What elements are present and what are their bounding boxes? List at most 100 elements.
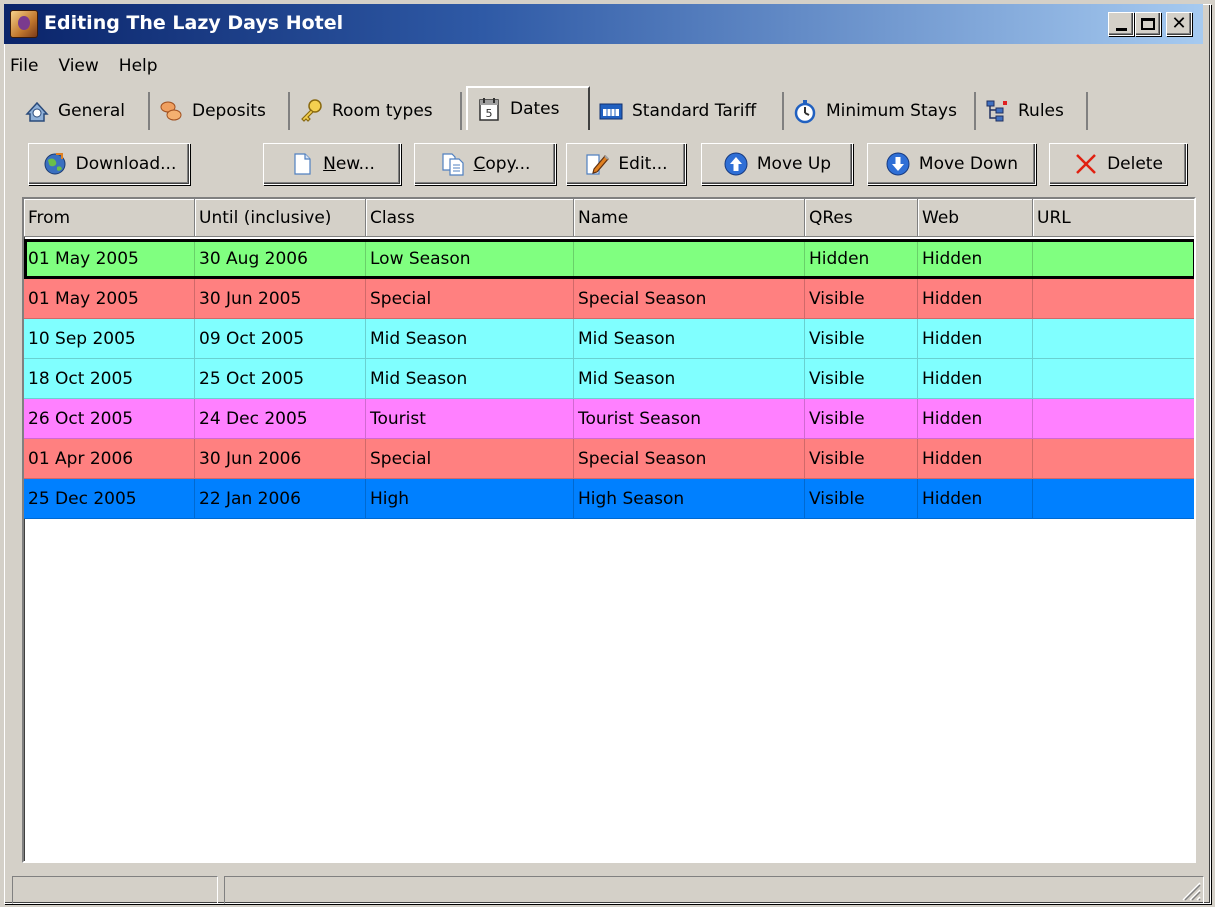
cell-qres: Visible <box>805 279 918 319</box>
tab-minimum-stays[interactable]: Minimum Stays <box>786 92 976 130</box>
cell-until: 30 Aug 2006 <box>195 239 366 279</box>
cell-web: Hidden <box>918 439 1033 479</box>
download-button[interactable]: Download... <box>28 143 190 185</box>
menu-bar: File View Help <box>10 52 168 82</box>
cell-class: Mid Season <box>366 319 574 359</box>
cell-url <box>1033 359 1194 399</box>
edit-button[interactable]: Edit... <box>566 143 686 185</box>
delete-button[interactable]: Delete <box>1049 143 1187 185</box>
cell-class: Tourist <box>366 399 574 439</box>
cell-url <box>1033 479 1194 519</box>
move-up-button[interactable]: Move Up <box>701 143 853 185</box>
close-icon: ✕ <box>1171 13 1187 34</box>
table-row[interactable]: 01 May 2005 30 Jun 2005 Special Special … <box>24 279 1194 319</box>
copy-label-rest: opy... <box>485 154 531 174</box>
table-row[interactable]: 10 Sep 2005 09 Oct 2005 Mid Season Mid S… <box>24 319 1194 359</box>
cell-until: 30 Jun 2005 <box>195 279 366 319</box>
general-icon <box>25 101 49 122</box>
cell-until: 25 Oct 2005 <box>195 359 366 399</box>
move-up-label: Move Up <box>756 154 832 174</box>
cell-name: High Season <box>574 479 805 519</box>
arrow-down-icon <box>886 152 910 176</box>
new-label-rest: ew... <box>335 154 375 174</box>
status-panel-2 <box>224 876 1204 904</box>
new-button[interactable]: New... <box>263 143 401 185</box>
app-root: Editing The Lazy Days Hotel ✕ File View … <box>0 0 1215 907</box>
table-row[interactable]: 01 Apr 2006 30 Jun 2006 Special Special … <box>24 439 1194 479</box>
cell-qres: Visible <box>805 399 918 439</box>
move-down-button[interactable]: Move Down <box>867 143 1036 185</box>
download-label: Download... <box>75 154 177 174</box>
cell-from: 26 Oct 2005 <box>24 399 195 439</box>
menu-help[interactable]: Help <box>109 52 168 82</box>
status-bar <box>10 873 1205 904</box>
dates-grid[interactable]: From Until (inclusive) Class Name QRes W… <box>22 197 1196 863</box>
tab-dates[interactable]: 5 Dates <box>466 86 590 130</box>
copy-label: Copy... <box>474 154 531 174</box>
tab-standard-tariff[interactable]: Standard Tariff <box>592 92 784 130</box>
globe-download-icon <box>44 153 66 175</box>
table-row[interactable]: 01 May 2005 30 Aug 2006 Low Season Hidde… <box>24 239 1194 279</box>
table-row[interactable]: 18 Oct 2005 25 Oct 2005 Mid Season Mid S… <box>24 359 1194 399</box>
new-label: New... <box>323 154 375 174</box>
deposits-icon <box>160 101 182 121</box>
tab-deposits[interactable]: Deposits <box>152 92 290 130</box>
maximize-icon <box>1141 18 1155 30</box>
menu-view[interactable]: View <box>48 52 108 82</box>
delete-label: Delete <box>1107 154 1163 174</box>
cell-until: 22 Jan 2006 <box>195 479 366 519</box>
app-icon[interactable] <box>10 10 38 38</box>
cell-qres: Visible <box>805 359 918 399</box>
column-header-url[interactable]: URL <box>1033 199 1194 237</box>
cell-name <box>574 239 805 279</box>
cell-class: Low Season <box>366 239 574 279</box>
cell-name: Special Season <box>574 279 805 319</box>
cell-qres: Visible <box>805 319 918 359</box>
title-bar[interactable]: Editing The Lazy Days Hotel ✕ <box>4 4 1203 44</box>
tab-standard-tariff-label: Standard Tariff <box>632 101 757 121</box>
table-row[interactable]: 26 Oct 2005 24 Dec 2005 Tourist Tourist … <box>24 399 1194 439</box>
copy-button[interactable]: Copy... <box>414 143 556 185</box>
table-row[interactable]: 25 Dec 2005 22 Jan 2006 High High Season… <box>24 479 1194 519</box>
column-header-name[interactable]: Name <box>574 199 805 237</box>
column-header-web[interactable]: Web <box>918 199 1033 237</box>
column-header-from[interactable]: From <box>24 199 195 237</box>
new-label-mnemonic: N <box>323 154 336 174</box>
tab-rules[interactable]: Rules <box>978 92 1088 130</box>
cell-from: 25 Dec 2005 <box>24 479 195 519</box>
menu-file[interactable]: File <box>10 52 48 82</box>
cell-from: 18 Oct 2005 <box>24 359 195 399</box>
column-header-qres[interactable]: QRes <box>805 199 918 237</box>
tab-general[interactable]: General <box>18 92 150 130</box>
move-down-label: Move Down <box>918 154 1019 174</box>
cell-url <box>1033 439 1194 479</box>
cell-name: Tourist Season <box>574 399 805 439</box>
tab-dates-label: Dates <box>510 99 560 119</box>
maximize-button[interactable] <box>1135 12 1161 36</box>
resize-grip-icon[interactable] <box>1179 879 1201 901</box>
cell-web: Hidden <box>918 479 1033 519</box>
minimize-button[interactable] <box>1108 12 1134 36</box>
close-button[interactable]: ✕ <box>1166 12 1192 36</box>
cell-web: Hidden <box>918 359 1033 399</box>
column-header-until[interactable]: Until (inclusive) <box>195 199 366 237</box>
cell-from: 01 Apr 2006 <box>24 439 195 479</box>
cell-url <box>1033 239 1194 279</box>
cell-web: Hidden <box>918 239 1033 279</box>
grid-header: From Until (inclusive) Class Name QRes W… <box>24 199 1194 237</box>
rules-icon <box>986 100 1007 122</box>
window-title: Editing The Lazy Days Hotel <box>44 12 344 34</box>
cell-qres: Visible <box>805 439 918 479</box>
edit-label: Edit... <box>618 154 668 174</box>
tab-room-types[interactable]: Room types <box>292 92 462 130</box>
cell-web: Hidden <box>918 399 1033 439</box>
tab-minimum-stays-label: Minimum Stays <box>826 101 957 121</box>
cell-until: 09 Oct 2005 <box>195 319 366 359</box>
arrow-up-icon <box>724 152 748 176</box>
cell-class: Special <box>366 279 574 319</box>
cell-from: 10 Sep 2005 <box>24 319 195 359</box>
copy-icon <box>441 153 464 176</box>
cell-until: 24 Dec 2005 <box>195 399 366 439</box>
cell-until: 30 Jun 2006 <box>195 439 366 479</box>
column-header-class[interactable]: Class <box>366 199 574 237</box>
